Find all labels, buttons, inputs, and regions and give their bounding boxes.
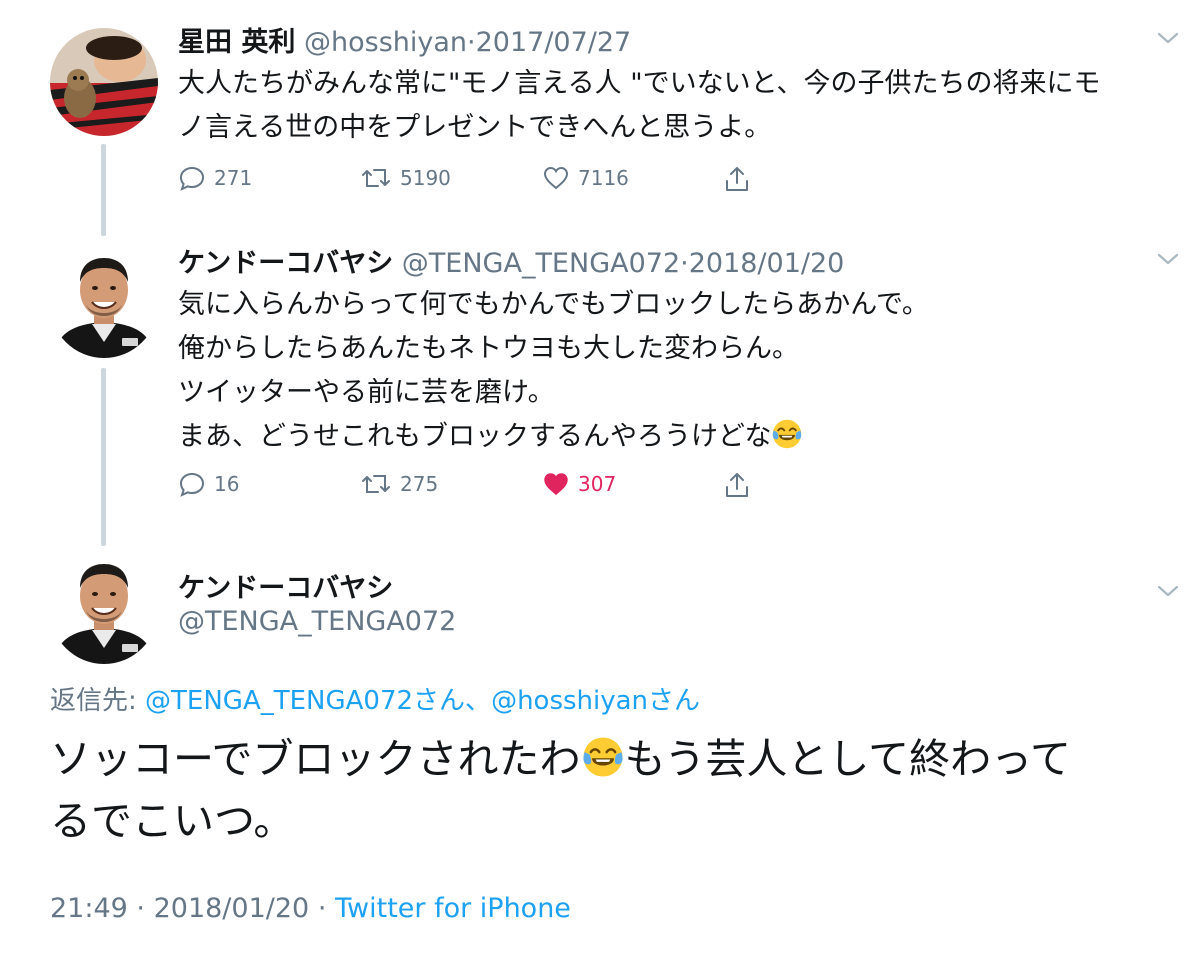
share-icon [726, 473, 748, 497]
main-tweet-text-line-1: ソッコーでブロックされたわ もう芸人として終わって [50, 728, 1071, 790]
tweet-1-reply-button[interactable]: 271 [178, 164, 252, 192]
tweet-1-text-line: 大人たちがみんな常に"モノ言える人 "でいないと、今の子供たちの将来にモ [178, 68, 1101, 99]
retweet-icon [362, 475, 390, 493]
tweet-2-like-button[interactable]: 307 [542, 470, 616, 498]
share-icon [726, 167, 748, 191]
thread-line-1 [101, 144, 106, 236]
reply-to-label: 返信先: [50, 686, 137, 716]
main-tweet-text-part: もう芸人として終わって [624, 735, 1072, 783]
tweet-2-text: 気に入らんからって何でもかんでもブロックしたらあかんで。 俺からしたらあんたもネ… [178, 283, 929, 459]
main-tweet-meta: 21:49 · 2018/01/20 · Twitter for iPhone [50, 893, 571, 924]
chevron-down-icon[interactable] [1156, 30, 1180, 46]
tweet-2-author-name[interactable]: ケンドーコバヤシ [178, 248, 393, 279]
avatar-tenga[interactable] [50, 250, 158, 358]
tweet-2-text-line: 気に入らんからって何でもかんでもブロックしたらあかんで。 [178, 289, 929, 320]
main-tweet-author-handle[interactable]: @TENGA_TENGA072 [178, 606, 456, 637]
face-with-tears-of-joy-emoji [582, 737, 623, 777]
main-tweet-text-line-2: るでこいつ。 [50, 797, 295, 845]
reply-to-link-hosshiyan[interactable]: @hosshiyanさん [491, 686, 700, 716]
heart-icon [544, 473, 568, 495]
tweet-2-text-line-last: まあ、どうせこれもブロックするんやろうけどな [178, 415, 929, 459]
main-tweet-text: ソッコーでブロックされたわ もう芸人として終わって るでこいつ。 [50, 728, 1071, 852]
tweet-1-author-handle[interactable]: @hosshiyan [304, 27, 467, 58]
tweet-1-date[interactable]: 2017/07/27 [476, 27, 632, 58]
tweet-1-like-count: 7116 [578, 166, 629, 190]
tweet-2-share-button[interactable] [722, 470, 752, 500]
face-with-tears-of-joy-emoji [773, 419, 802, 449]
tweet-2-retweet-button[interactable]: 275 [360, 470, 438, 498]
avatar-tenga-main[interactable] [50, 556, 158, 664]
reply-to-line: 返信先: @TENGA_TENGA072さん、@hosshiyanさん [50, 680, 700, 717]
chevron-down-icon[interactable] [1156, 583, 1180, 599]
tweet-2-text-line: 俺からしたらあんたもネトウヨも大した変わらん。 [178, 333, 799, 364]
tweet-2-retweet-count: 275 [400, 472, 439, 496]
tweet-1-actions: 271 5190 7116 [178, 164, 778, 198]
tweet-2-reply-button[interactable]: 16 [178, 470, 239, 498]
tweet-2-text-line: まあ、どうせこれもブロックするんやろうけどな [178, 421, 772, 452]
main-tweet-source-link[interactable]: Twitter for iPhone [335, 893, 571, 924]
avatar-hosshiyan[interactable] [50, 28, 158, 136]
main-tweet-text-part: ソッコーでブロックされたわ [50, 735, 581, 783]
main-tweet-time: 21:49 [50, 893, 128, 924]
tweet-1-text: 大人たちがみんな常に"モノ言える人 "でいないと、今の子供たちの将来にモ ノ言え… [178, 62, 1101, 150]
tweet-2-header: ケンドーコバヤシ @TENGA_TENGA072·2018/01/20 [178, 241, 844, 280]
tweet-2-separator: · [680, 248, 689, 279]
tweet-1-separator: · [467, 27, 476, 58]
reply-bubble-icon [179, 472, 205, 497]
tweet-1-text-line: ノ言える世の中をプレゼントできへんと思うよ。 [178, 112, 772, 143]
main-tweet-author-name[interactable]: ケンドーコバヤシ [178, 566, 393, 605]
tweet-1-header: 星田 英利 @hosshiyan·2017/07/27 [178, 20, 631, 59]
tweet-2-author-handle[interactable]: @TENGA_TENGA072 [402, 248, 680, 279]
tweet-2-like-count: 307 [578, 472, 617, 496]
tweet-1-retweet-button[interactable]: 5190 [360, 164, 451, 192]
main-tweet-meta-separator: · [136, 893, 145, 924]
tweet-2-text-line: ツイッターやる前に芸を磨け。 [178, 377, 555, 408]
retweet-icon [362, 169, 390, 187]
tweet-1-retweet-count: 5190 [400, 166, 451, 190]
heart-icon [543, 166, 569, 190]
reply-bubble-icon [179, 166, 205, 191]
tweet-2-reply-count: 16 [214, 472, 240, 496]
tweet-1-share-button[interactable] [722, 164, 752, 194]
reply-to-separator: 、 [465, 686, 492, 716]
main-tweet-date: 2018/01/20 [153, 893, 310, 924]
main-tweet-meta-separator: · [317, 893, 327, 924]
tweet-2-actions: 16 275 307 [178, 470, 778, 504]
tweet-1-author-name[interactable]: 星田 英利 [178, 27, 295, 58]
reply-to-link-tenga[interactable]: @TENGA_TENGA072さん [145, 686, 465, 716]
tweet-1-like-button[interactable]: 7116 [542, 164, 629, 192]
thread-line-2 [101, 368, 106, 546]
tweet-2-date[interactable]: 2018/01/20 [689, 248, 845, 279]
chevron-down-icon[interactable] [1156, 251, 1180, 267]
tweet-1-reply-count: 271 [214, 166, 253, 190]
